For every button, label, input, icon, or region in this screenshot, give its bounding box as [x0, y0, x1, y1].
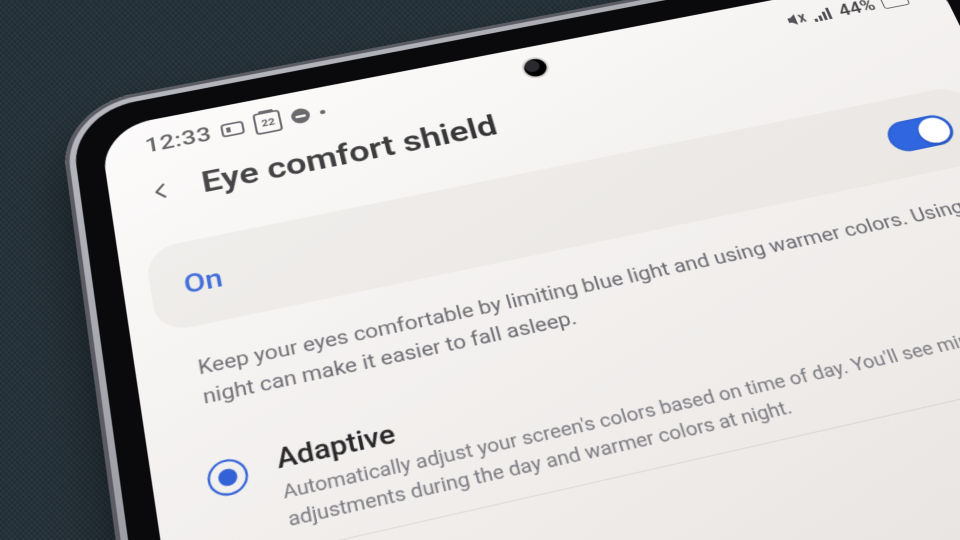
phone-device: 12:33 22 — [58, 0, 960, 540]
phone-screen: 12:33 22 — [99, 0, 960, 540]
chevron-left-icon — [148, 180, 175, 203]
radio-adaptive[interactable] — [205, 456, 251, 500]
status-right: 44% — [782, 0, 915, 30]
battery-percent: 44% — [835, 0, 878, 20]
master-toggle-switch[interactable] — [882, 112, 958, 154]
more-notifications-dot — [320, 109, 326, 114]
do-not-disturb-icon — [290, 107, 312, 125]
phone-frame: 12:33 22 — [69, 0, 960, 540]
signal-icon — [810, 7, 834, 23]
battery-icon — [879, 0, 914, 9]
photo-background: 12:33 22 — [0, 0, 960, 540]
phone-bezel: 12:33 22 — [58, 0, 960, 540]
calendar-day: 22 — [261, 116, 276, 129]
master-toggle-label: On — [181, 262, 225, 300]
status-clock: 12:33 — [143, 122, 213, 158]
calendar-icon: 22 — [253, 109, 284, 135]
voice-recorder-icon — [220, 120, 245, 137]
mute-icon — [783, 11, 808, 28]
switch-knob — [914, 115, 955, 145]
back-button[interactable] — [140, 172, 183, 210]
